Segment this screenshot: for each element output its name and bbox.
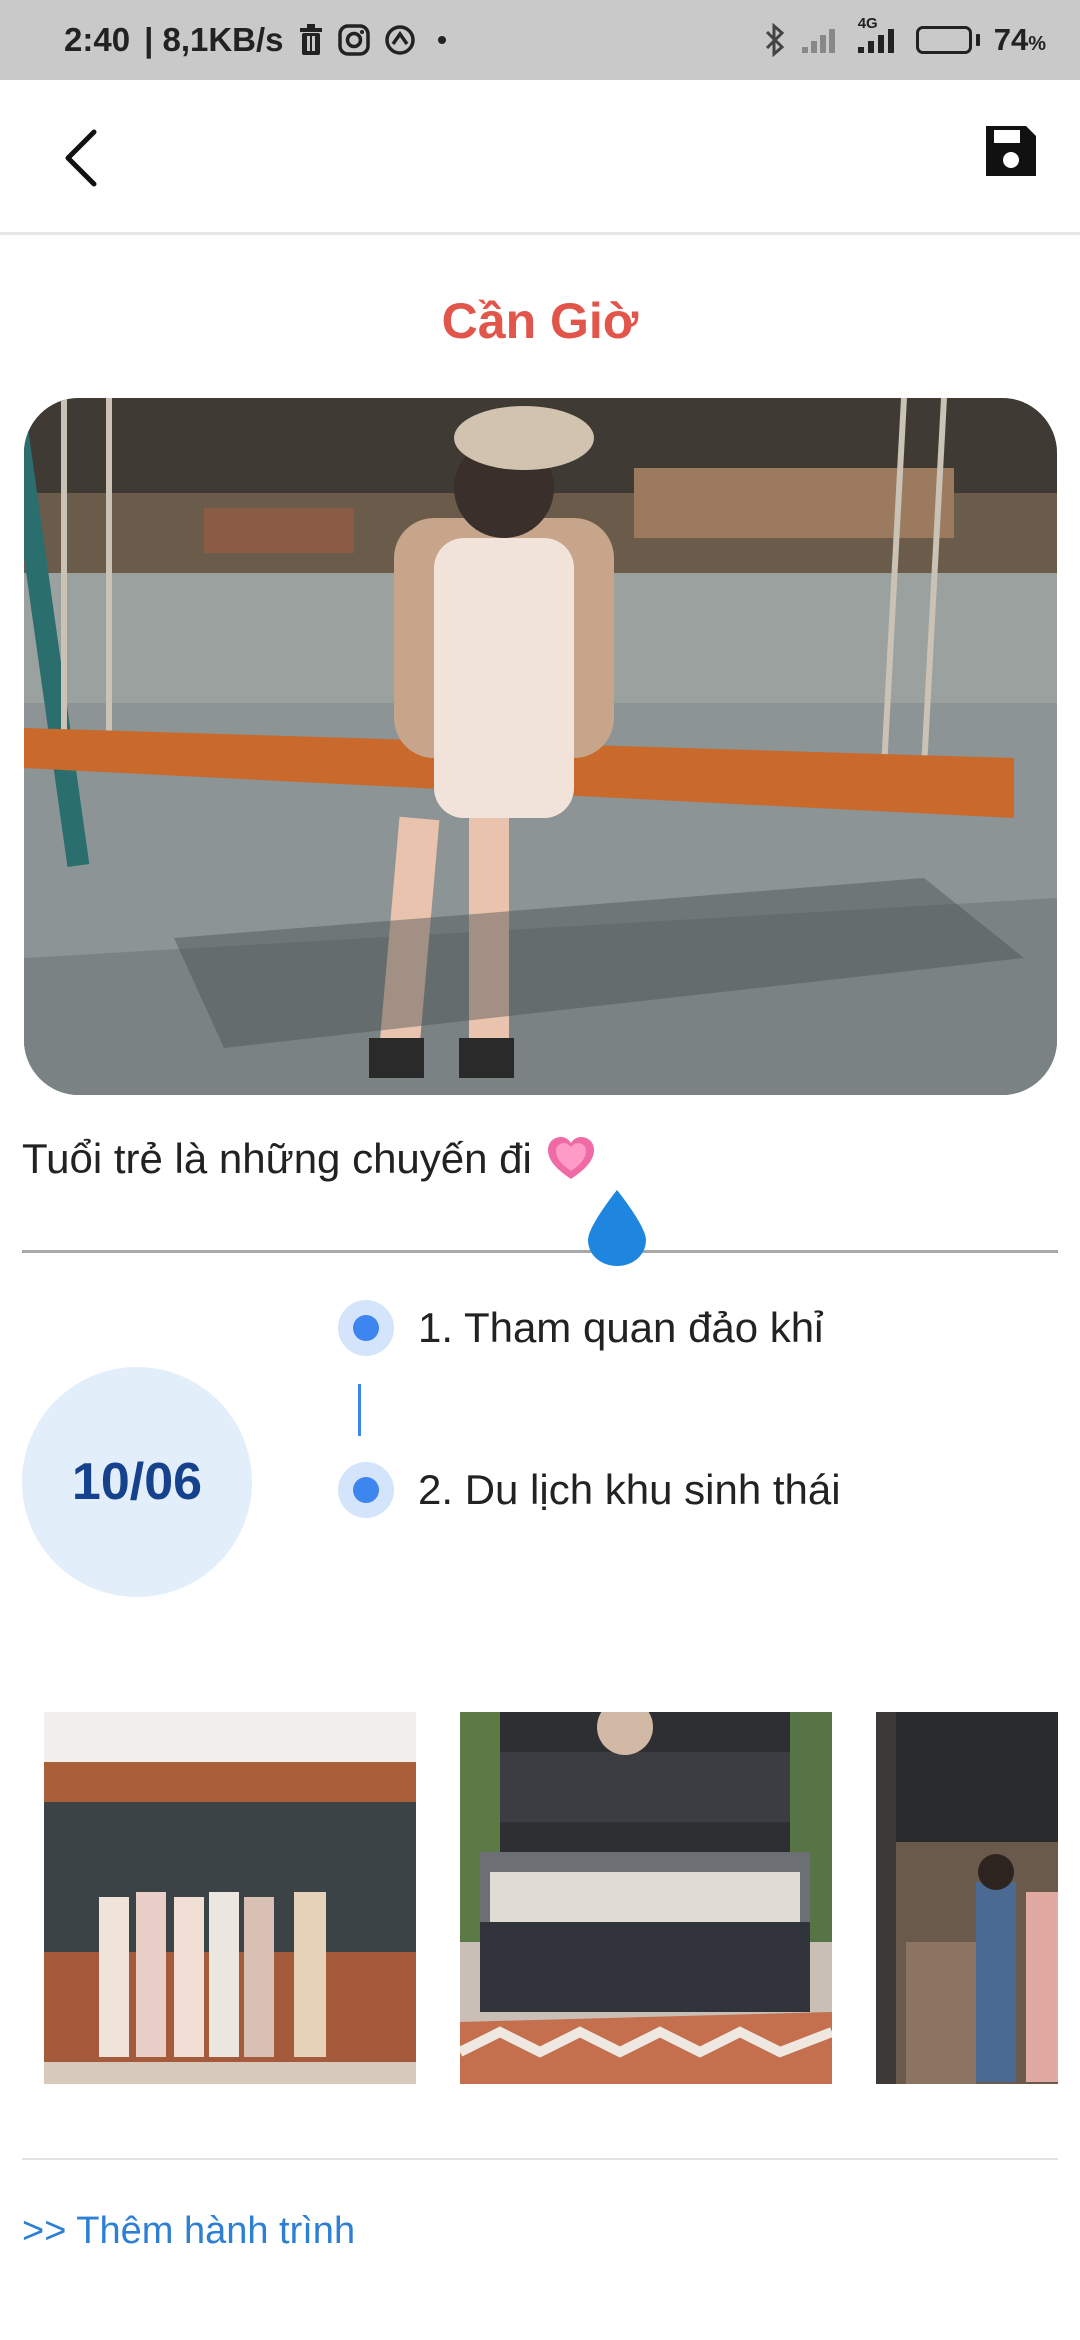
- battery-percent-value: 74: [993, 22, 1029, 57]
- vpn-icon: [384, 24, 416, 56]
- chevron-left-icon: [65, 129, 97, 186]
- back-button[interactable]: [50, 120, 110, 195]
- step-connector: [358, 1384, 361, 1436]
- divider: [22, 2158, 1058, 2160]
- gallery-photo[interactable]: [460, 1712, 832, 2084]
- status-time: 2:40: [64, 21, 131, 58]
- step-label: 1. Tham quan đảo khỉ: [418, 1304, 824, 1351]
- step-label: 2. Du lịch khu sinh thái: [418, 1466, 841, 1513]
- instagram-icon: [337, 24, 370, 56]
- battery-percent-unit: %: [1028, 33, 1046, 55]
- add-itinerary-link[interactable]: >> Thêm hành trình: [22, 2210, 355, 2253]
- step-marker-icon: [338, 1462, 394, 1518]
- slider-handle[interactable]: [584, 1188, 650, 1268]
- gallery-photo-image: [44, 1712, 416, 2084]
- slider-track[interactable]: [22, 1250, 1058, 1253]
- date-text: 10/06: [71, 1453, 203, 1511]
- status-bar-right: 4G 74%: [764, 15, 1046, 58]
- network-speed: | 8,1KB/s: [144, 21, 284, 58]
- itinerary-step[interactable]: 2. Du lịch khu sinh thái: [338, 1462, 841, 1518]
- trip-caption: Tuổi trẻ là những chuyến đi: [22, 1135, 596, 1183]
- trash-icon: [298, 24, 324, 56]
- notification-dot-icon: [437, 36, 446, 44]
- water-drop-icon: [588, 1190, 646, 1266]
- app-bar: [0, 80, 1080, 235]
- step-marker-icon: [338, 1300, 394, 1356]
- signal-4g-icon: 4G: [856, 15, 902, 55]
- signal-weak-icon: [800, 25, 842, 55]
- date-badge: 10/06: [22, 1367, 252, 1597]
- gallery-photo-image: [876, 1712, 1058, 2084]
- gallery-photo-image: [460, 1712, 832, 2084]
- cover-photo-image: [24, 398, 1057, 1095]
- itinerary-step[interactable]: 1. Tham quan đảo khỉ: [338, 1300, 824, 1356]
- gallery-photo[interactable]: [876, 1712, 1058, 2084]
- status-bar-left: 2:40 | 8,1KB/s: [64, 21, 446, 59]
- network-type: 4G: [857, 15, 878, 32]
- gallery-photo[interactable]: [44, 1712, 416, 2084]
- trip-title: Cần Giờ: [441, 293, 639, 349]
- status-bar: 2:40 | 8,1KB/s 4G 74%: [0, 0, 1080, 80]
- battery-percent: 74%: [994, 22, 1046, 58]
- caption-text: Tuổi trẻ là những chuyến đi: [22, 1135, 532, 1182]
- bluetooth-icon: [764, 23, 786, 57]
- battery-icon: [915, 26, 980, 54]
- cover-photo[interactable]: [24, 398, 1057, 1095]
- photo-gallery[interactable]: [0, 1712, 1080, 2084]
- heart-emoji-icon: [547, 1137, 594, 1179]
- save-button[interactable]: [984, 124, 1044, 184]
- save-icon: [986, 126, 1036, 176]
